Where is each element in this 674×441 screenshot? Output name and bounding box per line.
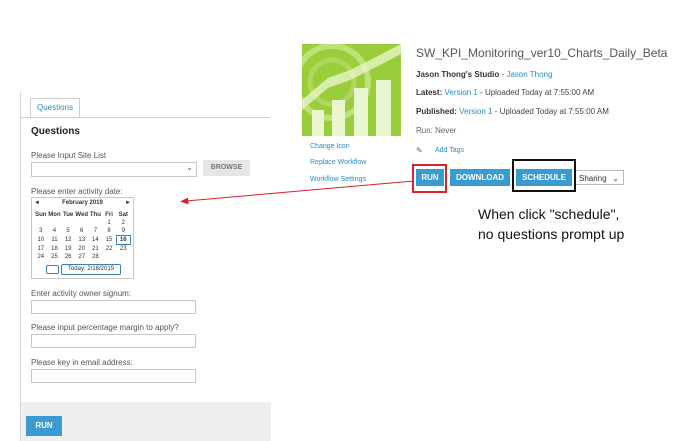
annotation-note: When click "schedule", no questions prom… [478,206,625,242]
